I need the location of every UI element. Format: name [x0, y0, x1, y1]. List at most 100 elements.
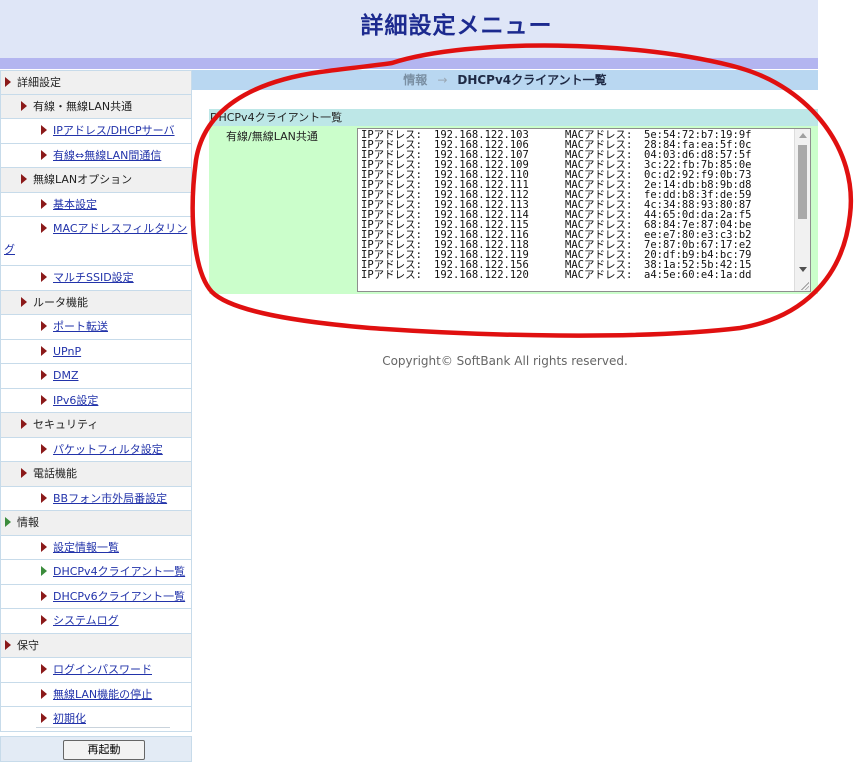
breadcrumb-section: 情報: [403, 73, 428, 87]
triangle-bullet-icon: [41, 272, 47, 282]
sidebar-item-label[interactable]: 基本設定: [53, 198, 97, 211]
sidebar-item-label: 情報: [17, 516, 39, 529]
triangle-bullet-icon: [41, 664, 47, 674]
sidebar-item-label[interactable]: DHCPv4クライアント一覧: [53, 565, 185, 578]
triangle-bullet-icon: [41, 345, 47, 356]
resize-grip-icon[interactable]: [800, 281, 809, 290]
triangle-bullet-icon: [21, 468, 27, 478]
triangle-bullet-icon: [21, 100, 27, 111]
sidebar-item[interactable]: IPv6設定: [0, 388, 192, 413]
scroll-up-arrow-icon[interactable]: [799, 133, 807, 138]
sidebar-item-label: 無線LANオプション: [33, 173, 133, 186]
triangle-bullet-icon: [41, 688, 47, 699]
client-mac-label: MACアドレス:: [565, 269, 633, 281]
client-rows: IPアドレス: 192.168.122.103 MACアドレス: 5e:54:72:b…: [360, 130, 794, 281]
sidebar-item[interactable]: 無線LAN機能の停止: [0, 682, 192, 707]
triangle-bullet-icon: [41, 394, 47, 405]
sidebar-divider: [36, 727, 170, 728]
page-title: 詳細設定メニュー: [360, 13, 553, 39]
sidebar-item: 詳細設定: [0, 70, 192, 95]
sidebar-item-label[interactable]: MACアドレスフィルタリン: [53, 222, 187, 235]
sidebar-item[interactable]: 設定情報一覧: [0, 535, 192, 560]
triangle-bullet-icon: [41, 223, 47, 233]
sidebar-item[interactable]: DHCPv4クライアント一覧: [0, 560, 192, 585]
sidebar-item[interactable]: ログインパスワード: [0, 658, 192, 683]
reboot-button[interactable]: 再起動: [63, 740, 145, 760]
sidebar-item[interactable]: BBフォン市外局番設定: [0, 486, 192, 511]
sidebar-item-label[interactable]: IPアドレス/DHCPサーバ: [53, 124, 175, 137]
triangle-bullet-icon: [41, 615, 47, 625]
sidebar-item-label[interactable]: IPv6設定: [53, 394, 98, 407]
scrollbar[interactable]: [794, 129, 810, 291]
triangle-bullet-icon: [41, 370, 47, 380]
triangle-bullet-icon: [21, 419, 27, 429]
triangle-bullet-icon: [21, 296, 27, 307]
client-ip: 192.168.122.120: [434, 269, 529, 281]
sidebar-item: 有線・無線LAN共通: [0, 94, 192, 119]
sidebar-item[interactable]: DHCPv6クライアント一覧: [0, 584, 192, 609]
sidebar-item-label[interactable]: BBフォン市外局番設定: [53, 492, 167, 505]
sidebar-item: 情報: [0, 511, 192, 536]
copyright-text: Copyright© SoftBank All rights reserved.: [382, 354, 628, 368]
triangle-bullet-icon: [41, 566, 47, 576]
sidebar-item[interactable]: IPアドレス/DHCPサーバ: [0, 119, 192, 144]
section-title: DHCPv4クライアント一覧: [209, 109, 818, 126]
sidebar-nav: 詳細設定 有線・無線LAN共通 IPアドレス/DHCPサーバ 有線⇔無線LAN間通信無…: [0, 70, 192, 732]
sidebar-item-label[interactable]: システムログ: [53, 614, 119, 627]
scroll-down-arrow-icon[interactable]: [799, 267, 807, 272]
sidebar-item-label[interactable]: ログインパスワード: [53, 663, 152, 676]
sidebar-item[interactable]: DMZ: [0, 364, 192, 389]
sidebar-item-label[interactable]: 初期化: [53, 712, 86, 725]
header-divider-bar: [0, 58, 818, 69]
triangle-bullet-icon: [5, 639, 11, 650]
sidebar-item: セキュリティ: [0, 413, 192, 438]
sidebar-item[interactable]: パケットフィルタ設定: [0, 437, 192, 462]
sidebar-item[interactable]: ポート転送: [0, 315, 192, 340]
breadcrumb-arrow-icon: →: [437, 73, 448, 87]
client-list-textarea[interactable]: IPアドレス: 192.168.122.103 MACアドレス: 5e:54:72:b…: [357, 128, 811, 292]
sidebar-item-label[interactable]: 設定情報一覧: [53, 541, 119, 554]
sidebar-item[interactable]: 有線⇔無線LAN間通信: [0, 143, 192, 168]
breadcrumb: 情報 → DHCPv4クライアント一覧: [192, 70, 818, 90]
sidebar-item: ルータ機能: [0, 290, 192, 315]
row-label: 有線/無線LAN共通: [209, 126, 354, 294]
sidebar-item-label[interactable]: パケットフィルタ設定: [53, 443, 163, 456]
sidebar-item-label[interactable]: ポート転送: [53, 320, 108, 333]
triangle-bullet-icon: [41, 541, 47, 552]
triangle-bullet-icon: [41, 149, 47, 160]
sidebar-item: 電話機能: [0, 462, 192, 487]
triangle-bullet-icon: [21, 174, 27, 184]
sidebar-item-label: 保守: [17, 638, 39, 652]
sidebar-item[interactable]: システムログ: [0, 609, 192, 634]
sidebar-item-label[interactable]: DMZ: [53, 369, 79, 382]
triangle-bullet-icon: [5, 77, 11, 87]
sidebar-item-label[interactable]: マルチSSID設定: [53, 271, 134, 284]
sidebar-item[interactable]: UPnP: [0, 339, 192, 364]
sidebar-item: 保守: [0, 633, 192, 658]
sidebar-item[interactable]: MACアドレスフィルタリング: [0, 217, 192, 266]
scroll-thumb[interactable]: [798, 145, 807, 219]
sidebar-item[interactable]: マルチSSID設定: [0, 266, 192, 291]
sidebar-item-label: セキュリティ: [33, 418, 99, 431]
sidebar-item: 無線LANオプション: [0, 168, 192, 193]
triangle-bullet-icon: [41, 590, 47, 601]
triangle-bullet-icon: [41, 198, 47, 209]
breadcrumb-current-page: DHCPv4クライアント一覧: [457, 73, 607, 87]
sidebar-item-label[interactable]: 有線⇔無線LAN間通信: [53, 149, 161, 162]
reboot-panel: 再起動: [0, 736, 192, 762]
triangle-bullet-icon: [41, 443, 47, 454]
client-ip-label: IPアドレス:: [361, 269, 422, 281]
triangle-bullet-icon: [41, 713, 47, 723]
sidebar-item-label[interactable]: DHCPv6クライアント一覧: [53, 590, 185, 603]
page-header: 詳細設定メニュー: [0, 0, 818, 58]
sidebar-item-label: ルータ機能: [33, 295, 88, 309]
client-row: IPアドレス: 192.168.122.120 MACアドレス: a4:5e:60:e…: [360, 269, 794, 281]
triangle-bullet-icon: [41, 492, 47, 503]
client-mac: a4:5e:60:e4:1a:dd: [644, 269, 752, 281]
sidebar-item-label[interactable]: 無線LAN機能の停止: [53, 688, 152, 701]
sidebar-item-label: 詳細設定: [17, 76, 61, 89]
sidebar-item[interactable]: 基本設定: [0, 192, 192, 217]
sidebar-item-label-wrap[interactable]: グ: [4, 242, 15, 258]
triangle-bullet-icon: [41, 125, 47, 135]
sidebar-item-label[interactable]: UPnP: [53, 345, 81, 358]
